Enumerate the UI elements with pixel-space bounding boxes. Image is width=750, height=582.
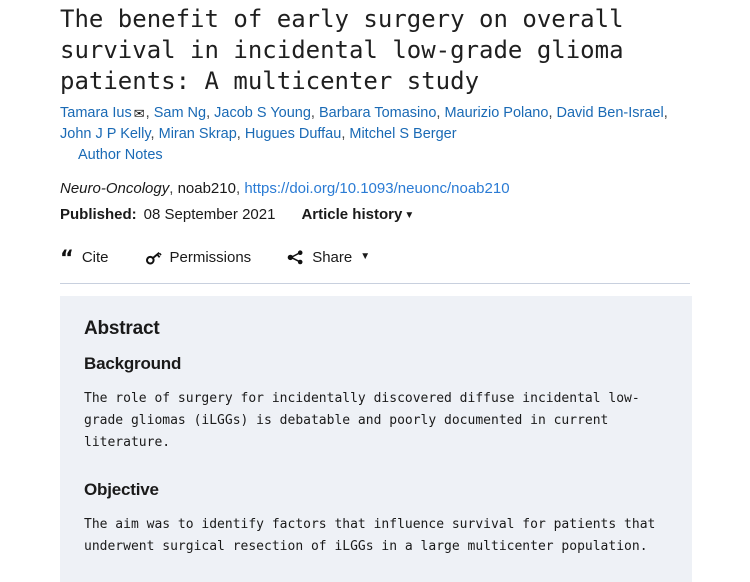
author-notes-row: Author Notes [60,145,698,166]
author-link[interactable]: Barbara Tomasino [319,105,436,121]
page-title: The benefit of early surgery on overall … [60,5,624,95]
chevron-down-icon: ▼ [404,209,415,221]
author-list-inline: Tamara Ius ✉, Sam Ng, Jacob S Young, Barb… [60,105,668,142]
author-link[interactable]: Hugues Duffau [245,126,341,142]
author-separator: , [310,105,319,121]
author-link[interactable]: Jacob S Young [214,105,311,121]
published-line: Published: 08 September 2021 Article his… [0,199,750,228]
abstract-section-heading-objective: Objective [84,479,159,499]
share-button[interactable]: Share ▼ [287,249,370,266]
author-separator: , [236,125,245,142]
share-button-label: Share [312,248,353,266]
envelope-icon[interactable]: ✉ [134,107,145,120]
abstract-section-text-objective: The aim was to identify factors that inf… [84,516,656,554]
permissions-button[interactable]: Permissions [145,248,252,266]
chevron-down-icon-share: ▼ [360,250,371,262]
author-separator: , [663,105,668,121]
author-list: Tamara Ius ✉, Sam Ng, Jacob S Young, Barb… [0,97,750,166]
author-link[interactable]: David Ben-Israel [557,105,664,121]
author-separator: , [206,105,215,121]
abstract-panel: Abstract Background The role of surgery … [60,295,692,582]
key-icon [145,250,162,265]
author-link[interactable]: Tamara Ius [60,105,132,121]
cite-button[interactable]: “ Cite [60,245,109,270]
abstract-heading: Abstract [84,317,160,339]
author-separator: , [548,105,557,121]
abstract-section-heading-background: Background [84,353,182,373]
author-link[interactable]: John J P Kelly [60,126,151,142]
journal-citation: Neuro-Oncology, noab210, https://doi.org… [60,179,510,197]
article-history-label: Article history [301,205,403,223]
section-divider [60,282,690,284]
author-link[interactable]: Mitchel S Berger [349,126,456,142]
article-page: The benefit of early surgery on overall … [0,0,750,582]
author-separator: , [150,125,159,142]
author-link[interactable]: Maurizio Polano [444,105,548,121]
permissions-button-label: Permissions [169,248,252,266]
author-link[interactable]: Sam Ng [154,105,206,121]
cite-button-label: Cite [81,248,109,266]
article-history-toggle[interactable]: Article history ▼ [301,204,414,228]
journal-name: Neuro-Oncology [60,179,170,197]
doi-link[interactable]: https://doi.org/10.1093/neuonc/noab210 [244,180,509,197]
article-id: noab210 [177,179,236,197]
author-link[interactable]: Miran Skrap [159,126,237,142]
author-separator: , [145,105,154,121]
quote-icon: “ [60,245,74,270]
published-date: 08 September 2021 [143,205,276,223]
published-label: Published: [60,205,137,223]
author-notes-link[interactable]: Author Notes [78,147,163,163]
share-nodes-icon [287,249,304,265]
article-actions-toolbar: “ Cite Permissions Share ▼ [0,228,750,270]
abstract-section-text-background: The role of surgery for incidentally dis… [84,390,640,450]
